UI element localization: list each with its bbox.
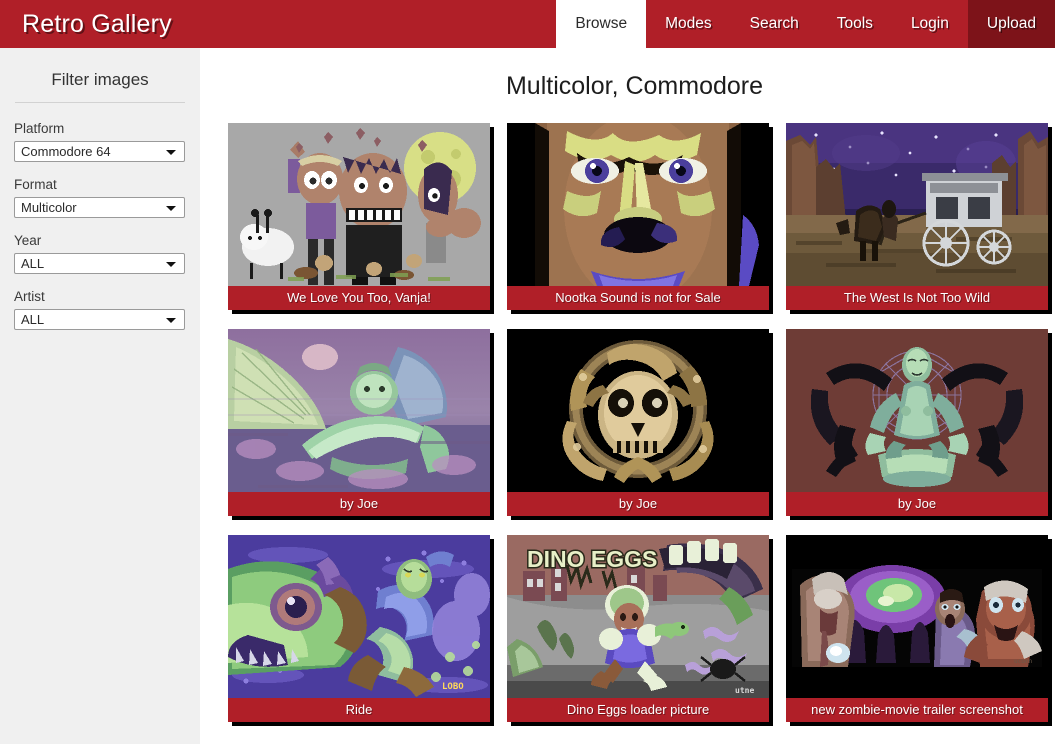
chevron-down-icon <box>166 149 176 155</box>
page-title: Multicolor, Commodore <box>505 72 764 100</box>
artwork-caption: We Love You Too, Vanja! <box>228 286 490 310</box>
gallery-main: Multicolor, Commodore We Love You Too, V… <box>200 48 1055 744</box>
artwork-thumbnail-vanja[interactable] <box>228 123 490 286</box>
filter-select-format[interactable]: Multicolor <box>14 197 185 218</box>
main-navigation: Browse Modes Search Tools Login Upload <box>556 0 1055 48</box>
chevron-down-icon <box>166 317 176 323</box>
artwork-caption: Dino Eggs loader picture <box>507 698 769 722</box>
filter-value-year: ALL <box>21 256 45 271</box>
artwork-caption: by Joe <box>786 492 1048 516</box>
gallery-card[interactable]: by Joe <box>786 329 1048 516</box>
filter-value-format: Multicolor <box>21 200 77 215</box>
filter-value-artist: ALL <box>21 312 45 327</box>
chevron-down-icon <box>166 205 176 211</box>
artwork-thumbnail-nootka[interactable] <box>507 123 769 286</box>
nav-item-modes[interactable]: Modes <box>646 0 731 48</box>
svg-text:uconn: uconn <box>1014 658 1032 665</box>
artwork-thumbnail-ride[interactable]: LOBO <box>228 535 490 698</box>
gallery-card[interactable]: Nootka Sound is not for Sale <box>507 123 769 310</box>
nav-item-login[interactable]: Login <box>892 0 968 48</box>
app-brand: Retro Gallery <box>22 9 172 38</box>
filter-divider <box>15 102 185 103</box>
nav-item-search[interactable]: Search <box>731 0 818 48</box>
artwork-thumbnail-zombie[interactable]: uconn <box>786 535 1048 698</box>
app-header: Retro Gallery Browse Modes Search Tools … <box>0 0 1055 48</box>
svg-text:DINO EGGS: DINO EGGS <box>527 546 657 572</box>
page-body: Filter images Platform Commodore 64 Form… <box>0 48 1055 744</box>
gallery-card[interactable]: DINO EGGS DINO EGGS utne Dino Eggs loade… <box>507 535 769 722</box>
filter-select-artist[interactable]: ALL <box>14 309 185 330</box>
chevron-down-icon <box>166 261 176 267</box>
gallery-card[interactable]: We Love You Too, Vanja! <box>228 123 490 310</box>
gallery-grid: We Love You Too, Vanja! Nootka Sound is … <box>218 123 1048 722</box>
filter-select-year[interactable]: ALL <box>14 253 185 274</box>
artwork-caption: new zombie-movie trailer screenshot <box>786 698 1048 722</box>
gallery-card[interactable]: LOBO Ride <box>228 535 490 722</box>
artwork-caption: Nootka Sound is not for Sale <box>507 286 769 310</box>
nav-item-upload[interactable]: Upload <box>967 0 1055 48</box>
nav-item-browse[interactable]: Browse <box>556 0 647 48</box>
filter-sidebar: Filter images Platform Commodore 64 Form… <box>0 48 200 744</box>
filter-label-artist: Artist <box>14 289 45 304</box>
filter-select-platform[interactable]: Commodore 64 <box>14 141 185 162</box>
nav-item-tools[interactable]: Tools <box>818 0 892 48</box>
artwork-caption: by Joe <box>228 492 490 516</box>
artwork-thumbnail-dino[interactable]: DINO EGGS DINO EGGS utne <box>507 535 769 698</box>
gallery-card[interactable]: uconn new zombie-movie trailer screensho… <box>786 535 1048 722</box>
artwork-caption: Ride <box>228 698 490 722</box>
gallery-card[interactable]: The West Is Not Too Wild <box>786 123 1048 310</box>
artwork-caption: The West Is Not Too Wild <box>786 286 1048 310</box>
filter-label-format: Format <box>14 177 57 192</box>
filter-panel-title: Filter images <box>51 70 149 89</box>
gallery-card[interactable]: by Joe <box>507 329 769 516</box>
artwork-thumbnail-joe3[interactable] <box>786 329 1048 492</box>
filter-label-platform: Platform <box>14 121 65 136</box>
filter-label-year: Year <box>14 233 42 248</box>
svg-text:utne: utne <box>735 686 754 695</box>
artwork-thumbnail-joe2[interactable] <box>507 329 769 492</box>
artwork-caption: by Joe <box>507 492 769 516</box>
filter-value-platform: Commodore 64 <box>21 144 111 159</box>
artwork-thumbnail-joe1[interactable] <box>228 329 490 492</box>
artwork-thumbnail-west[interactable] <box>786 123 1048 286</box>
gallery-card[interactable]: by Joe <box>228 329 490 516</box>
svg-text:LOBO: LOBO <box>442 682 464 692</box>
